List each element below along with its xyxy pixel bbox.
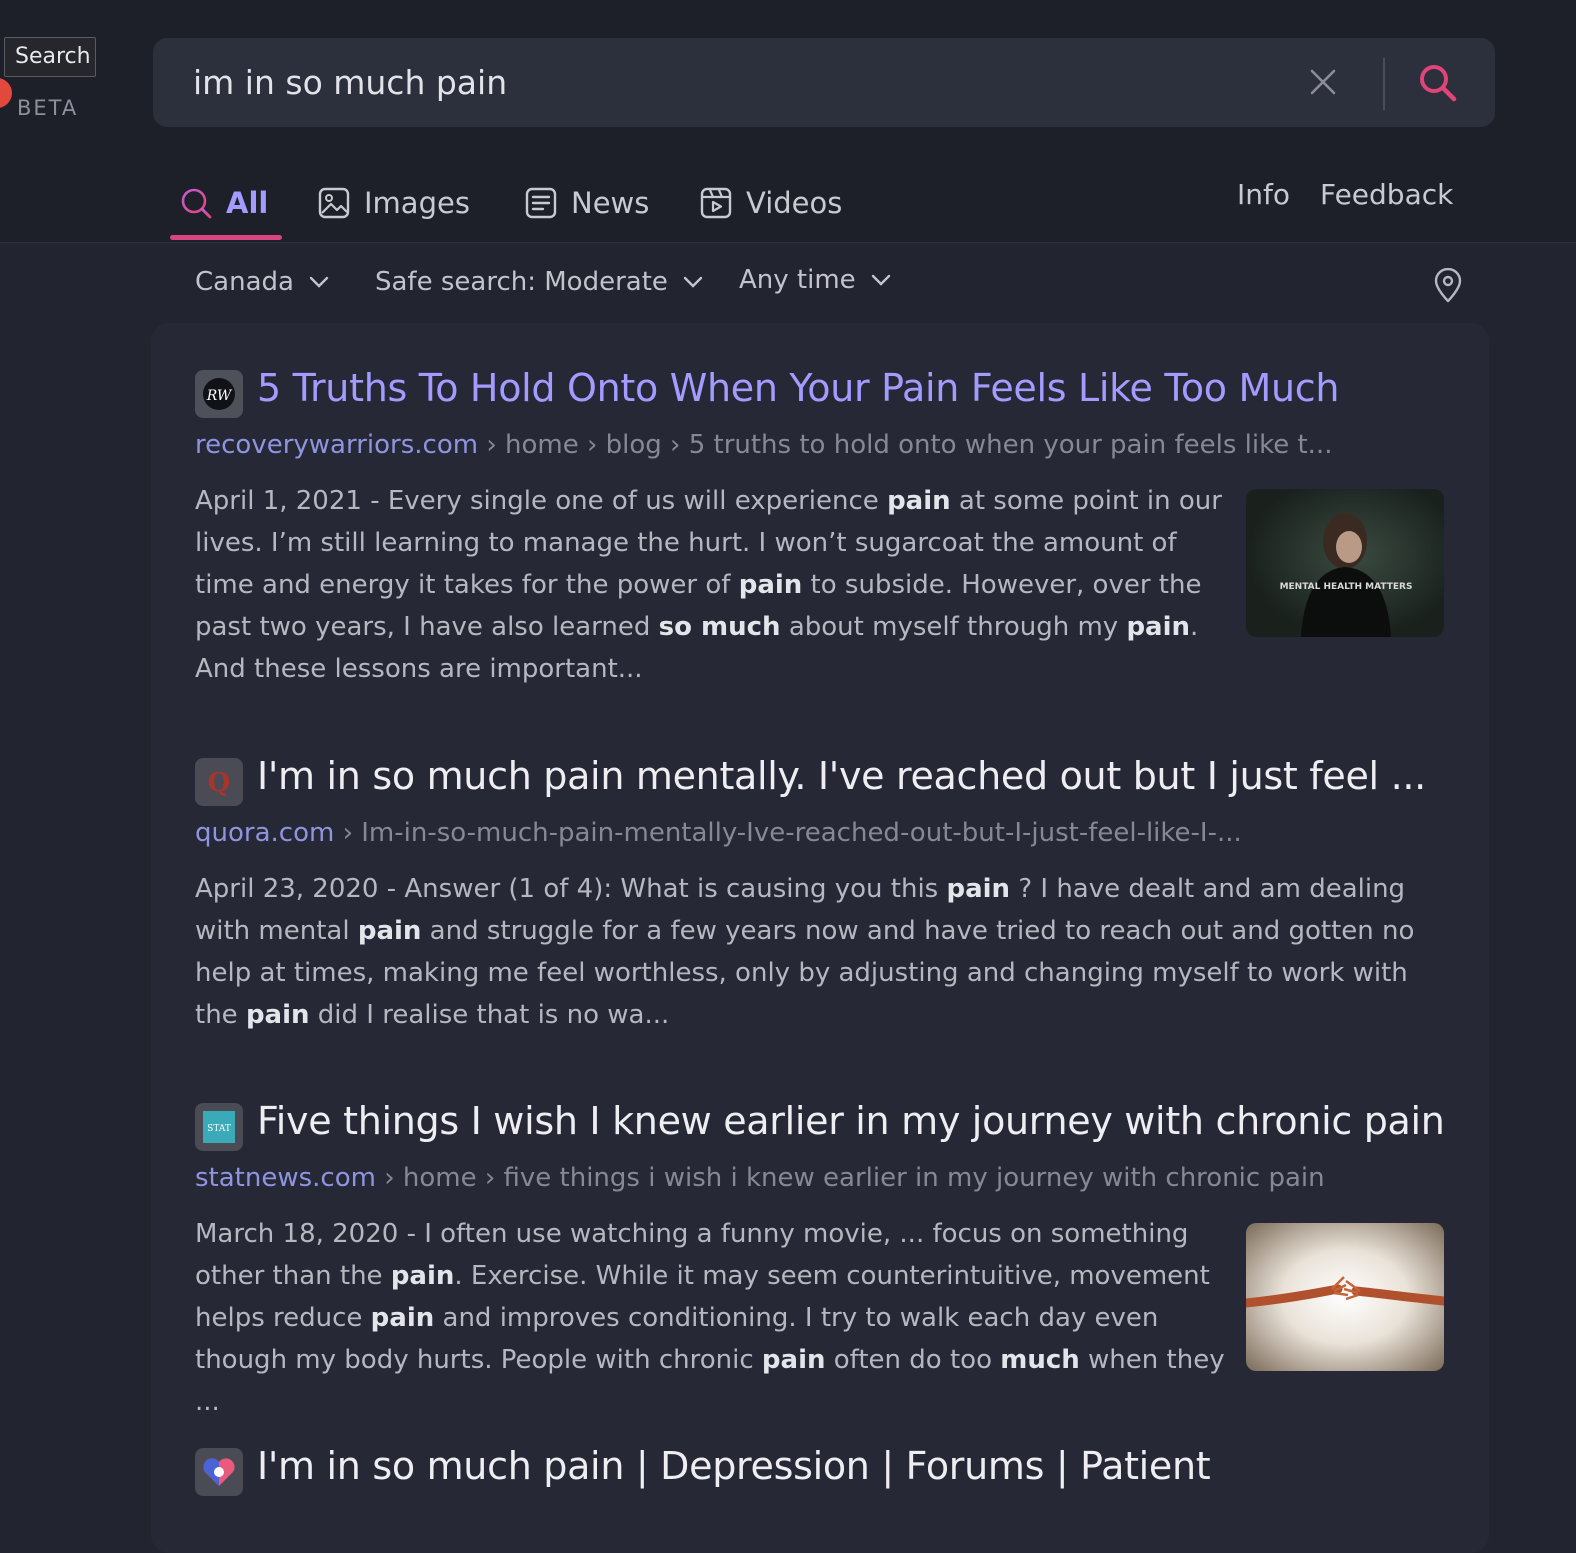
clear-icon[interactable] — [1307, 66, 1339, 98]
info-link[interactable]: Info — [1237, 178, 1290, 211]
result-snippet: April 1, 2021 - Every single one of us w… — [195, 480, 1225, 690]
search-result: RW 5 Truths To Hold Onto When Your Pain … — [195, 366, 1455, 700]
result-favicon: RW — [195, 370, 243, 418]
snippet-highlight: pain — [370, 1303, 435, 1333]
chevron-down-icon — [309, 276, 329, 288]
snippet-text: often do too — [825, 1345, 1001, 1375]
search-result: Q I'm in so much pain mentally. I've rea… — [195, 754, 1455, 1048]
thumbnail-image — [1246, 1276, 1444, 1308]
snippet-highlight: pain — [946, 874, 1011, 904]
result-title[interactable]: I'm in so much pain mentally. I've reach… — [257, 754, 1426, 798]
snippet-highlight: pain — [245, 1000, 310, 1030]
result-thumbnail[interactable]: MENTAL HEALTH MATTERS — [1246, 489, 1444, 637]
search-tooltip: Search — [4, 37, 96, 77]
result-url[interactable]: recoverywarriors.com › home › blog › 5 t… — [195, 430, 1332, 460]
snippet-text: April 1, 2021 - Every single one of us w… — [195, 486, 888, 516]
result-path: › home › blog › 5 truths to hold onto wh… — [478, 430, 1333, 460]
result-title[interactable]: 5 Truths To Hold Onto When Your Pain Fee… — [257, 366, 1339, 410]
result-title[interactable]: Five things I wish I knew earlier in my … — [257, 1099, 1445, 1143]
result-favicon — [195, 1448, 243, 1496]
tab-news-label: News — [571, 186, 650, 220]
snippet-highlight: pain — [761, 1345, 826, 1375]
heart-icon — [203, 1458, 235, 1486]
video-icon — [700, 187, 732, 219]
search-submit-icon[interactable] — [1415, 60, 1461, 106]
tab-all[interactable]: All — [180, 178, 268, 228]
location-pin-icon[interactable] — [1432, 268, 1464, 304]
thumbnail-shirt-text: MENTAL HEALTH MATTERS — [1280, 582, 1413, 592]
feedback-link[interactable]: Feedback — [1320, 178, 1453, 211]
tab-images[interactable]: Images — [318, 178, 470, 228]
tab-videos-label: Videos — [746, 186, 843, 220]
time-label: Any time — [739, 265, 856, 295]
snippet-highlight: pain — [357, 916, 422, 946]
result-path: › Im-in-so-much-pain-mentally-Ive-reache… — [334, 818, 1242, 848]
result-thumbnail[interactable] — [1246, 1223, 1444, 1371]
snippet-highlight: pain — [1126, 612, 1191, 642]
stat-logo-icon: STAT — [203, 1111, 235, 1143]
snippet-highlight: pain — [887, 486, 951, 516]
active-tab-indicator — [170, 235, 282, 240]
image-icon — [318, 187, 350, 219]
results-panel: RW 5 Truths To Hold Onto When Your Pain … — [151, 323, 1489, 1553]
news-icon — [525, 187, 557, 219]
result-snippet: March 18, 2020 - I often use watching a … — [195, 1213, 1225, 1423]
search-divider — [1383, 58, 1385, 110]
snippet-highlight: pain — [738, 570, 803, 600]
thumbnail-image: MENTAL HEALTH MATTERS — [1280, 513, 1413, 637]
region-label: Canada — [195, 267, 294, 297]
result-path: › home › five things i wish i knew earli… — [375, 1163, 1325, 1193]
snippet-text: April 23, 2020 - Answer (1 of 4): What i… — [195, 874, 947, 904]
time-dropdown[interactable]: Any time — [739, 260, 892, 300]
recoverywarriors-logo-icon: RW — [203, 378, 235, 410]
tab-images-label: Images — [364, 186, 470, 220]
snippet-highlight: so much — [658, 612, 781, 642]
snippet-text: did I realise that is no wa... — [309, 1000, 670, 1030]
quora-logo-icon: Q — [208, 768, 231, 798]
result-snippet: April 23, 2020 - Answer (1 of 4): What i… — [195, 868, 1455, 1036]
svg-text:STAT: STAT — [207, 1124, 231, 1134]
result-favicon: Q — [195, 758, 243, 806]
tab-videos[interactable]: Videos — [700, 178, 842, 228]
svg-text:Q: Q — [208, 768, 231, 798]
search-input[interactable] — [193, 54, 1243, 110]
chevron-down-icon — [871, 274, 890, 286]
result-domain: quora.com — [195, 818, 335, 848]
search-bar — [153, 38, 1495, 127]
snippet-text: about myself through my — [780, 612, 1127, 642]
search-icon — [181, 188, 212, 219]
beta-badge: BETA — [17, 96, 79, 120]
result-domain: recoverywarriors.com — [195, 430, 479, 460]
safe-search-dropdown[interactable]: Safe search: Moderate — [375, 262, 704, 302]
snippet-highlight: pain — [390, 1261, 455, 1291]
result-favicon: STAT — [195, 1103, 243, 1151]
snippet-highlight: much — [1000, 1345, 1080, 1375]
result-title[interactable]: I'm in so much pain | Depression | Forum… — [257, 1444, 1211, 1488]
result-url[interactable]: quora.com › Im-in-so-much-pain-mentally-… — [195, 818, 1242, 848]
result-url[interactable]: statnews.com › home › five things i wish… — [195, 1163, 1325, 1193]
region-dropdown[interactable]: Canada — [195, 262, 330, 302]
search-result: STAT Five things I wish I knew earlier i… — [195, 1099, 1455, 1417]
tab-all-label: All — [226, 186, 269, 220]
svg-text:RW: RW — [206, 388, 233, 404]
safe-search-label: Safe search: Moderate — [375, 267, 668, 297]
tab-news[interactable]: News — [525, 178, 649, 228]
chevron-down-icon — [683, 276, 703, 288]
result-domain: statnews.com — [195, 1163, 376, 1193]
search-result: I'm in so much pain | Depression | Forum… — [195, 1444, 1455, 1528]
